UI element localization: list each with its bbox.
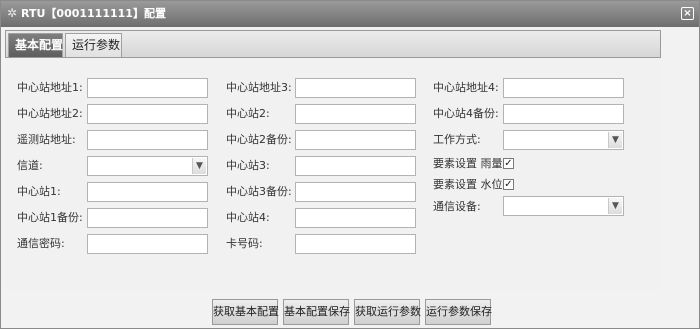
center-4-input[interactable] [295, 208, 416, 228]
config-dialog: ✲ RTU【0001111111】配置 × 基本配置 运行参数 中心站地址1: … [0, 0, 700, 329]
comm-device-select[interactable]: ▼ [503, 196, 624, 216]
center-addr-2-input[interactable] [87, 104, 208, 124]
channel-select[interactable]: ▼ [87, 156, 208, 176]
center-1-backup-input[interactable] [87, 208, 208, 228]
chevron-down-icon: ▼ [608, 198, 622, 214]
save-run-params-button[interactable]: 运行参数保存 [425, 299, 492, 325]
center-3-backup-label: 中心站3备份: [226, 185, 292, 198]
center-2-backup-label: 中心站2备份: [226, 133, 292, 146]
window-title: RTU【0001111111】配置 [21, 7, 166, 20]
save-basic-config-button[interactable]: 基本配置保存 [283, 299, 350, 325]
chevron-down-icon: ▼ [192, 158, 206, 174]
get-run-params-button[interactable]: 获取运行参数 [354, 299, 421, 325]
basic-config-panel: 中心站地址1: 中心站地址2: 遥测站地址: 信道: ▼ 中心站1: 中心站1备… [5, 57, 661, 291]
center-1-label: 中心站1: [17, 185, 61, 198]
element-rainfall-checkbox[interactable]: ✓ [503, 158, 514, 169]
comm-device-label: 通信设备: [433, 200, 481, 213]
check-icon: ✓ [504, 158, 513, 169]
chevron-down-icon: ▼ [608, 132, 622, 148]
comm-password-input[interactable] [87, 234, 208, 254]
center-3-label: 中心站3: [226, 159, 270, 172]
work-mode-label: 工作方式: [433, 133, 481, 146]
center-addr-1-label: 中心站地址1: [17, 81, 83, 94]
center-2-label: 中心站2: [226, 107, 270, 120]
card-number-input[interactable] [295, 234, 416, 254]
center-addr-3-input[interactable] [295, 78, 416, 98]
element-rainfall-label: 要素设置 雨量: [433, 157, 507, 170]
center-4-backup-input[interactable] [503, 104, 624, 124]
center-addr-2-label: 中心站地址2: [17, 107, 83, 120]
center-1-input[interactable] [87, 182, 208, 202]
title-bar[interactable]: ✲ RTU【0001111111】配置 × [1, 1, 699, 27]
center-2-input[interactable] [295, 104, 416, 124]
check-icon: ✓ [504, 179, 513, 190]
center-4-backup-label: 中心站4备份: [433, 107, 499, 120]
center-3-input[interactable] [295, 156, 416, 176]
center-2-backup-input[interactable] [295, 130, 416, 150]
channel-label: 信道: [17, 159, 43, 172]
center-3-backup-input[interactable] [295, 182, 416, 202]
gear-icon: ✲ [7, 6, 18, 20]
get-basic-config-button[interactable]: 获取基本配置 [212, 299, 279, 325]
tab-basic-config[interactable]: 基本配置 [8, 33, 63, 58]
telemetry-addr-label: 遥测站地址: [17, 133, 76, 146]
close-button[interactable]: × [681, 7, 694, 20]
center-addr-1-input[interactable] [87, 78, 208, 98]
work-mode-select[interactable]: ▼ [503, 130, 624, 150]
center-4-label: 中心站4: [226, 211, 270, 224]
tab-run-params[interactable]: 运行参数 [65, 33, 122, 58]
center-addr-4-input[interactable] [503, 78, 624, 98]
element-waterlevel-checkbox[interactable]: ✓ [503, 179, 514, 190]
center-addr-3-label: 中心站地址3: [226, 81, 292, 94]
comm-password-label: 通信密码: [17, 237, 65, 250]
card-number-label: 卡号码: [226, 237, 263, 250]
center-1-backup-label: 中心站1备份: [17, 211, 83, 224]
telemetry-addr-input[interactable] [87, 130, 208, 150]
element-waterlevel-label: 要素设置 水位: [433, 178, 507, 191]
tab-bar: 基本配置 运行参数 [5, 30, 661, 58]
center-addr-4-label: 中心站地址4: [433, 81, 499, 94]
